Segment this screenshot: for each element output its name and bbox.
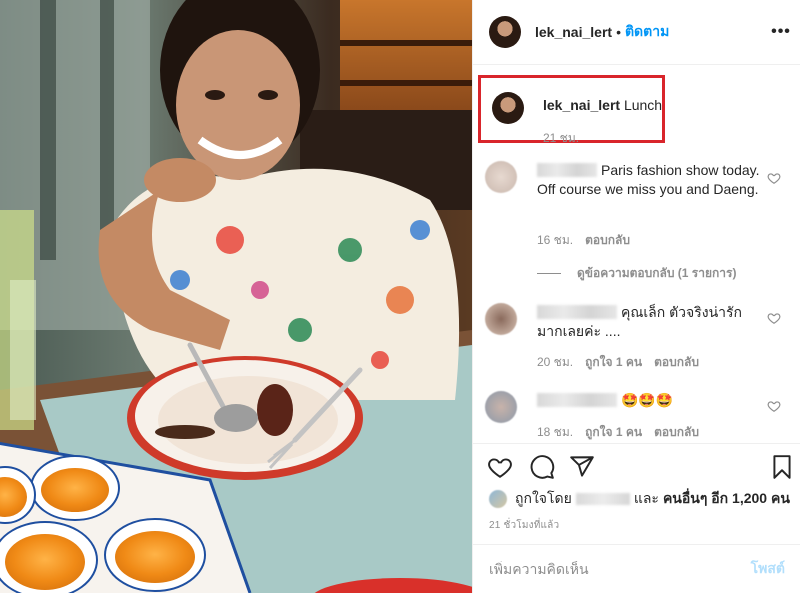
- separator-dot: •: [616, 24, 621, 40]
- add-comment-bar: โพสต์: [473, 544, 800, 593]
- comment-meta: 20 ชม. ถูกใจ 1 คน ตอบกลับ: [537, 353, 699, 372]
- liker-username-blurred[interactable]: [575, 493, 630, 505]
- share-icon[interactable]: [569, 454, 595, 480]
- commenter-username-blurred[interactable]: [537, 163, 597, 177]
- others-link[interactable]: คนอื่นๆ อีก 1,200 คน: [663, 488, 790, 510]
- comment-likes[interactable]: ถูกใจ 1 คน: [585, 353, 642, 372]
- action-bar: [473, 443, 800, 483]
- post-image: [0, 0, 472, 593]
- heart-icon[interactable]: [767, 311, 781, 325]
- comment-meta: 16 ชม. ตอบกลับ: [537, 231, 630, 250]
- view-replies-button[interactable]: ดูข้อความตอบกลับ (1 รายการ): [537, 264, 736, 283]
- comment-text: คุณเล็ก ตัวจริงน่ารักมากเลยค่ะ ....: [537, 304, 743, 339]
- likes-summary: ถูกใจโดย และ คนอื่นๆ อีก 1,200 คน: [489, 488, 790, 510]
- caption-time[interactable]: 21 ชม.: [543, 129, 579, 148]
- commenter-avatar[interactable]: [485, 303, 517, 335]
- comment-time[interactable]: 18 ชม.: [537, 423, 573, 442]
- likes-and: และ: [633, 490, 659, 506]
- comments-list[interactable]: lek_nai_lert Lunch 21 ชม. Paris fashion …: [473, 65, 800, 443]
- liker-avatar[interactable]: [489, 490, 507, 508]
- heart-icon[interactable]: [487, 454, 513, 480]
- comment-time[interactable]: 16 ชม.: [537, 231, 573, 250]
- post-panel: lek_nai_lert • ติดตาม ••• lek_nai_lert L…: [472, 0, 800, 593]
- bookmark-icon[interactable]: [769, 454, 795, 480]
- reply-button[interactable]: ตอบกลับ: [585, 231, 630, 250]
- comment-meta: 18 ชม. ถูกใจ 1 คน ตอบกลับ: [537, 423, 699, 442]
- heart-icon[interactable]: [767, 171, 781, 185]
- caption-body: Lunch: [623, 97, 663, 113]
- reply-button[interactable]: ตอบกลับ: [654, 353, 699, 372]
- caption-highlight: lek_nai_lert Lunch 21 ชม.: [478, 75, 665, 145]
- heart-icon[interactable]: [767, 399, 781, 413]
- post-timestamp[interactable]: 21 ชั่วโมงที่แล้ว: [489, 518, 559, 533]
- reply-button[interactable]: ตอบกลับ: [654, 423, 699, 442]
- post-photo[interactable]: [0, 0, 472, 593]
- comment-likes[interactable]: ถูกใจ 1 คน: [585, 423, 642, 442]
- comment-text: 🤩🤩🤩: [537, 391, 765, 410]
- author-avatar[interactable]: [489, 16, 521, 48]
- comment-time[interactable]: 20 ชม.: [537, 353, 573, 372]
- commenter-avatar[interactable]: [485, 161, 517, 193]
- commenter-avatar[interactable]: [485, 391, 517, 423]
- author-username[interactable]: lek_nai_lert: [535, 24, 612, 40]
- comment-input[interactable]: [489, 561, 751, 577]
- comment-text: Paris fashion show today. Off course we …: [537, 162, 760, 197]
- caption-username[interactable]: lek_nai_lert: [543, 97, 620, 113]
- replies-line: [537, 273, 561, 274]
- commenter-username-blurred[interactable]: [537, 393, 617, 407]
- liked-by-label: ถูกใจโดย: [515, 490, 572, 506]
- commenter-username-blurred[interactable]: [537, 305, 617, 319]
- post-header: lek_nai_lert • ติดตาม •••: [473, 0, 800, 65]
- caption-avatar[interactable]: [492, 92, 524, 124]
- comment-icon[interactable]: [529, 454, 555, 480]
- post-comment-button[interactable]: โพสต์: [751, 558, 785, 580]
- follow-button[interactable]: ติดตาม: [625, 21, 669, 43]
- more-options-icon[interactable]: •••: [771, 22, 791, 42]
- caption-text: lek_nai_lert Lunch: [543, 97, 662, 113]
